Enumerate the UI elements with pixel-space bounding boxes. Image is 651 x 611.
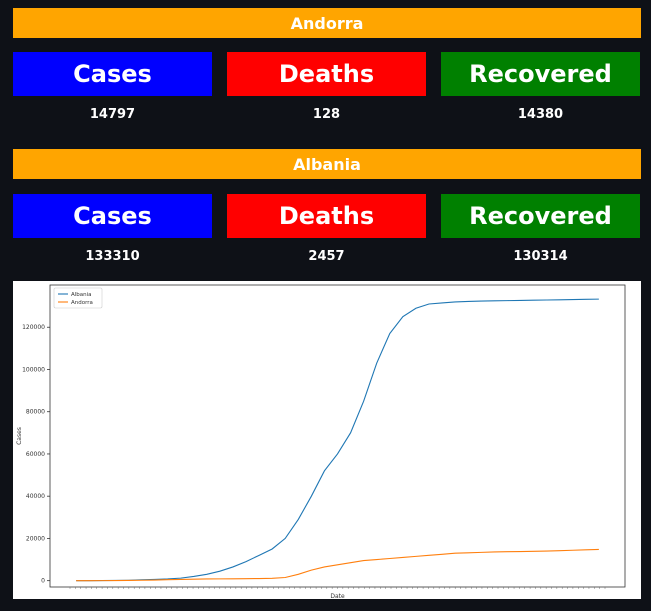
cases-label-andorra: Cases	[13, 52, 212, 96]
country-title-andorra: Andorra	[13, 8, 641, 38]
deaths-value-albania: 2457	[308, 249, 345, 264]
y-tick-label: 100000	[22, 366, 45, 373]
y-tick-label: 20000	[26, 535, 45, 542]
cases-line-chart: 0 20000 40000 60000 80000 100000 120000 Date Cas…	[16, 284, 626, 599]
y-tick-label: 120000	[22, 324, 45, 331]
cases-label-albania: Cases	[13, 194, 212, 238]
recovered-label-andorra: Recovered	[441, 52, 640, 96]
plot-frame	[49, 284, 626, 588]
deaths-value-andorra: 128	[312, 107, 341, 122]
y-tick-label: 40000	[26, 493, 45, 500]
recovered-value-albania: 130314	[513, 249, 568, 264]
series-line-albania	[76, 298, 599, 582]
y-tick-label: 0	[41, 578, 45, 585]
y-tick-label: 60000	[26, 451, 45, 458]
legend-label-andorra: Andorra	[71, 300, 93, 306]
cases-chart: 0 20000 40000 60000 80000 100000 120000 Date Cas…	[13, 281, 641, 599]
y-axis-label: Cases	[16, 427, 23, 445]
legend-label-albania: Albania	[71, 292, 92, 298]
series-line-andorra	[76, 548, 599, 582]
recovered-label-albania: Recovered	[441, 194, 640, 238]
recovered-value-andorra: 14380	[517, 107, 564, 122]
deaths-label-andorra: Deaths	[227, 52, 426, 96]
x-axis-label: Date	[330, 593, 345, 599]
deaths-label-albania: Deaths	[227, 194, 426, 238]
cases-value-albania: 133310	[85, 249, 140, 264]
cases-value-andorra: 14797	[89, 107, 136, 122]
country-title-albania: Albania	[13, 149, 641, 179]
y-tick-label: 80000	[26, 409, 45, 416]
